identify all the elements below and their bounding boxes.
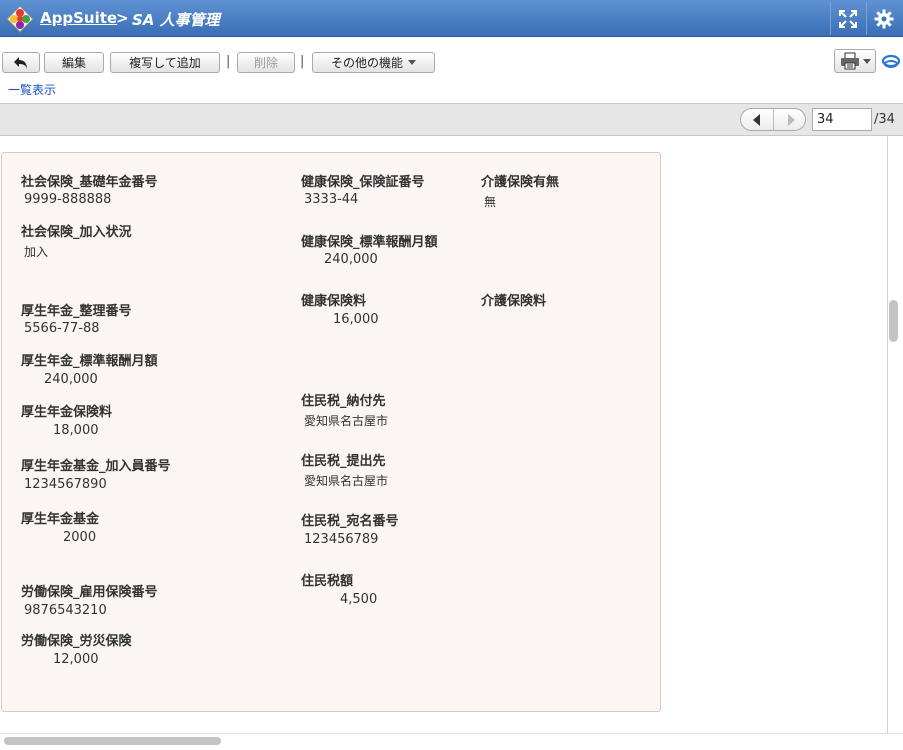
toolbar-divider: | — [226, 54, 231, 69]
field-label: 住民税_納付先 — [301, 394, 386, 409]
field-value: 5566-77-88 — [24, 321, 100, 336]
fullscreen-button[interactable] — [830, 2, 864, 35]
field-label: 労働保険_労災保険 — [21, 634, 132, 649]
field-label: 厚生年金基金 — [21, 512, 100, 527]
more-functions-label: その他の機能 — [330, 56, 403, 70]
refresh-icon[interactable] — [881, 51, 901, 71]
toolbar-divider: | — [300, 54, 305, 69]
settings-button[interactable] — [866, 2, 900, 35]
field-label: 健康保険料 — [301, 294, 367, 309]
more-functions-dropdown[interactable]: その他の機能 — [312, 52, 435, 73]
field-label: 健康保険_保険証番号 — [301, 175, 425, 190]
delete-button[interactable]: 削除 — [237, 52, 295, 73]
page-total: /34 — [874, 112, 895, 127]
field-label: 健康保険_標準報酬月額 — [301, 235, 438, 250]
insurance-tax-panel: 社会保険_基礎年金番号 9999-888888 社会保険_加入状況 加入 厚生年… — [1, 152, 661, 712]
horizontal-scroll-thumb[interactable] — [4, 737, 221, 745]
field-value: 1234567890 — [24, 477, 107, 492]
record-detail-area: 社会保険_基礎年金番号 9999-888888 社会保険_加入状況 加入 厚生年… — [0, 136, 888, 733]
expand-icon — [838, 9, 857, 28]
chevron-right-icon — [787, 113, 795, 126]
field-label: 住民税_宛名番号 — [301, 514, 399, 529]
field-value: 無 — [484, 195, 497, 209]
field-value: 愛知県名古屋市 — [304, 474, 389, 488]
title-bar: AppSuite > SA 人事管理 — [0, 0, 903, 37]
record-pager — [740, 108, 806, 131]
field-label: 社会保険_基礎年金番号 — [21, 175, 158, 190]
next-record-button[interactable] — [774, 109, 807, 130]
field-value: 12,000 — [53, 652, 99, 667]
record-navigation-bar: /34 — [0, 103, 903, 136]
print-dropdown[interactable] — [834, 49, 876, 73]
field-value: 4,500 — [340, 592, 378, 607]
previous-record-button[interactable] — [741, 109, 774, 130]
back-button[interactable] — [2, 52, 40, 73]
field-value: 240,000 — [44, 372, 98, 387]
field-label: 厚生年金_標準報酬月額 — [21, 354, 158, 369]
field-value: 18,000 — [53, 423, 99, 438]
current-app-title: SA 人事管理 — [132, 11, 220, 29]
field-label: 厚生年金保険料 — [21, 405, 113, 420]
list-view-link[interactable]: 一覧表示 — [8, 81, 56, 98]
field-label: 介護保険有無 — [481, 175, 560, 190]
field-label: 介護保険料 — [481, 294, 547, 309]
vertical-scrollbar[interactable] — [888, 136, 903, 733]
gear-icon — [874, 9, 893, 28]
appsuite-logo-icon[interactable] — [6, 5, 34, 33]
field-value: 加入 — [24, 245, 49, 259]
field-label: 厚生年金_整理番号 — [21, 304, 132, 319]
breadcrumb-separator: > — [116, 9, 129, 27]
record-toolbar: 編集 複写して追加 | 削除 | その他の機能 一覧表示 — [0, 37, 903, 103]
field-value: 3333-44 — [304, 192, 359, 207]
page-number-input[interactable] — [812, 108, 872, 131]
field-label: 社会保険_加入状況 — [21, 225, 132, 240]
copy-and-add-button[interactable]: 複写して追加 — [110, 52, 220, 73]
field-value: 16,000 — [333, 312, 379, 327]
field-value: 9876543210 — [24, 603, 107, 618]
edit-button[interactable]: 編集 — [44, 52, 104, 73]
field-value: 9999-888888 — [24, 192, 112, 207]
chevron-down-icon — [408, 60, 416, 65]
field-label: 住民税_提出先 — [301, 454, 386, 469]
chevron-left-icon — [753, 113, 760, 126]
field-value: 2000 — [63, 530, 97, 545]
appsuite-home-link[interactable]: AppSuite — [40, 9, 117, 27]
printer-icon — [840, 52, 859, 70]
vertical-scroll-thumb[interactable] — [889, 300, 898, 342]
field-label: 住民税額 — [301, 574, 354, 589]
field-label: 厚生年金基金_加入員番号 — [21, 459, 171, 474]
field-value: 123456789 — [304, 532, 379, 547]
field-value: 240,000 — [324, 252, 378, 267]
chevron-down-icon — [862, 58, 871, 64]
field-label: 労働保険_雇用保険番号 — [21, 585, 158, 600]
back-arrow-icon — [14, 56, 27, 69]
field-value: 愛知県名古屋市 — [304, 414, 389, 428]
